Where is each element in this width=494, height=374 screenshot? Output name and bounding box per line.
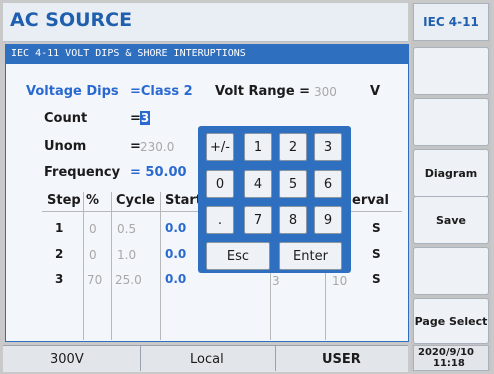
- keypad-8-key[interactable]: 8: [279, 206, 307, 234]
- table-col-divider: [325, 270, 326, 340]
- table-cell-step: 3: [55, 272, 64, 286]
- sidebar-title: IEC 4-11: [413, 3, 489, 41]
- diagram-button[interactable]: Diagram: [413, 149, 489, 197]
- keypad-7-key[interactable]: 7: [244, 206, 272, 234]
- table-col-divider: [111, 192, 112, 340]
- table-header-pct: %: [86, 193, 100, 208]
- save-button[interactable]: Save: [413, 196, 489, 244]
- table-cell-unit: S: [372, 272, 381, 286]
- table-cell-cycle[interactable]: 25.0: [115, 273, 142, 287]
- table-header-step: Step: [47, 193, 81, 208]
- unom-value[interactable]: 230.0: [140, 140, 174, 154]
- panel-header: IEC 4-11 VOLT DIPS & SHORE INTERUPTIONS: [5, 44, 409, 64]
- keypad-9-key[interactable]: 9: [314, 206, 342, 234]
- status-divider: [275, 346, 276, 371]
- volt-range-label: Volt Range =: [215, 84, 311, 99]
- table-cell-unit: S: [372, 247, 381, 261]
- keypad-3-key[interactable]: 3: [314, 133, 342, 161]
- keypad-1-key[interactable]: 1: [244, 133, 272, 161]
- keypad-plus-minus-key[interactable]: +/-: [206, 133, 234, 161]
- table-cell-unit: S: [372, 221, 381, 235]
- table-cell-pct[interactable]: 0: [89, 248, 97, 262]
- table-header-cycle: Cycle: [116, 193, 155, 208]
- table-cell-cycle[interactable]: 0.5: [117, 222, 136, 236]
- keypad-enter-key[interactable]: Enter: [279, 242, 342, 270]
- table-header-start: Start: [165, 193, 202, 208]
- table-cell-hidden[interactable]: 3: [272, 274, 280, 288]
- unom-label: Unom: [44, 139, 87, 154]
- keypad-4-key[interactable]: 4: [244, 170, 272, 198]
- table-cell-start[interactable]: 0.0: [165, 221, 186, 235]
- count-input[interactable]: 3: [140, 111, 150, 125]
- table-header-interval: erval: [352, 193, 389, 208]
- app-title: AC SOURCE: [10, 9, 133, 31]
- frequency-value[interactable]: = 50.00: [130, 165, 187, 180]
- table-col-divider: [83, 192, 84, 340]
- softkey-2-button[interactable]: [413, 98, 489, 146]
- status-user: USER: [322, 352, 361, 367]
- volt-range-unit: V: [370, 84, 381, 99]
- table-cell-cycle[interactable]: 1.0: [117, 248, 136, 262]
- status-range: 300V: [50, 352, 84, 367]
- table-cell-hidden[interactable]: 10: [332, 274, 347, 288]
- status-date: 2020/9/10: [418, 347, 475, 358]
- keypad-6-key[interactable]: 6: [314, 170, 342, 198]
- softkey-5-button[interactable]: [413, 247, 489, 295]
- table-col-divider: [270, 270, 271, 340]
- status-time: 11:18: [433, 358, 465, 369]
- keypad-esc-key[interactable]: Esc: [206, 242, 270, 270]
- count-label: Count: [44, 111, 88, 126]
- keypad-2-key[interactable]: 2: [279, 133, 307, 161]
- table-cell-start[interactable]: 0.0: [165, 247, 186, 261]
- table-cell-start[interactable]: 0.0: [165, 272, 186, 286]
- voltage-dips-value[interactable]: =Class 2: [130, 84, 193, 99]
- keypad-5-key[interactable]: 5: [279, 170, 307, 198]
- softkey-1-button[interactable]: [413, 47, 489, 95]
- table-col-divider: [160, 192, 161, 340]
- keypad-dot-key[interactable]: .: [206, 206, 234, 234]
- page-select-button[interactable]: Page Select: [413, 298, 489, 344]
- status-divider: [140, 346, 141, 371]
- table-cell-pct[interactable]: 0: [89, 222, 97, 236]
- volt-range-value[interactable]: 300: [314, 85, 337, 99]
- keypad-0-key[interactable]: 0: [206, 170, 234, 198]
- table-cell-step: 2: [55, 247, 64, 261]
- table-cell-step: 1: [55, 221, 64, 235]
- frequency-label: Frequency: [44, 165, 121, 180]
- table-cell-pct[interactable]: 70: [87, 273, 102, 287]
- status-mode: Local: [190, 352, 224, 367]
- voltage-dips-label: Voltage Dips: [26, 84, 119, 99]
